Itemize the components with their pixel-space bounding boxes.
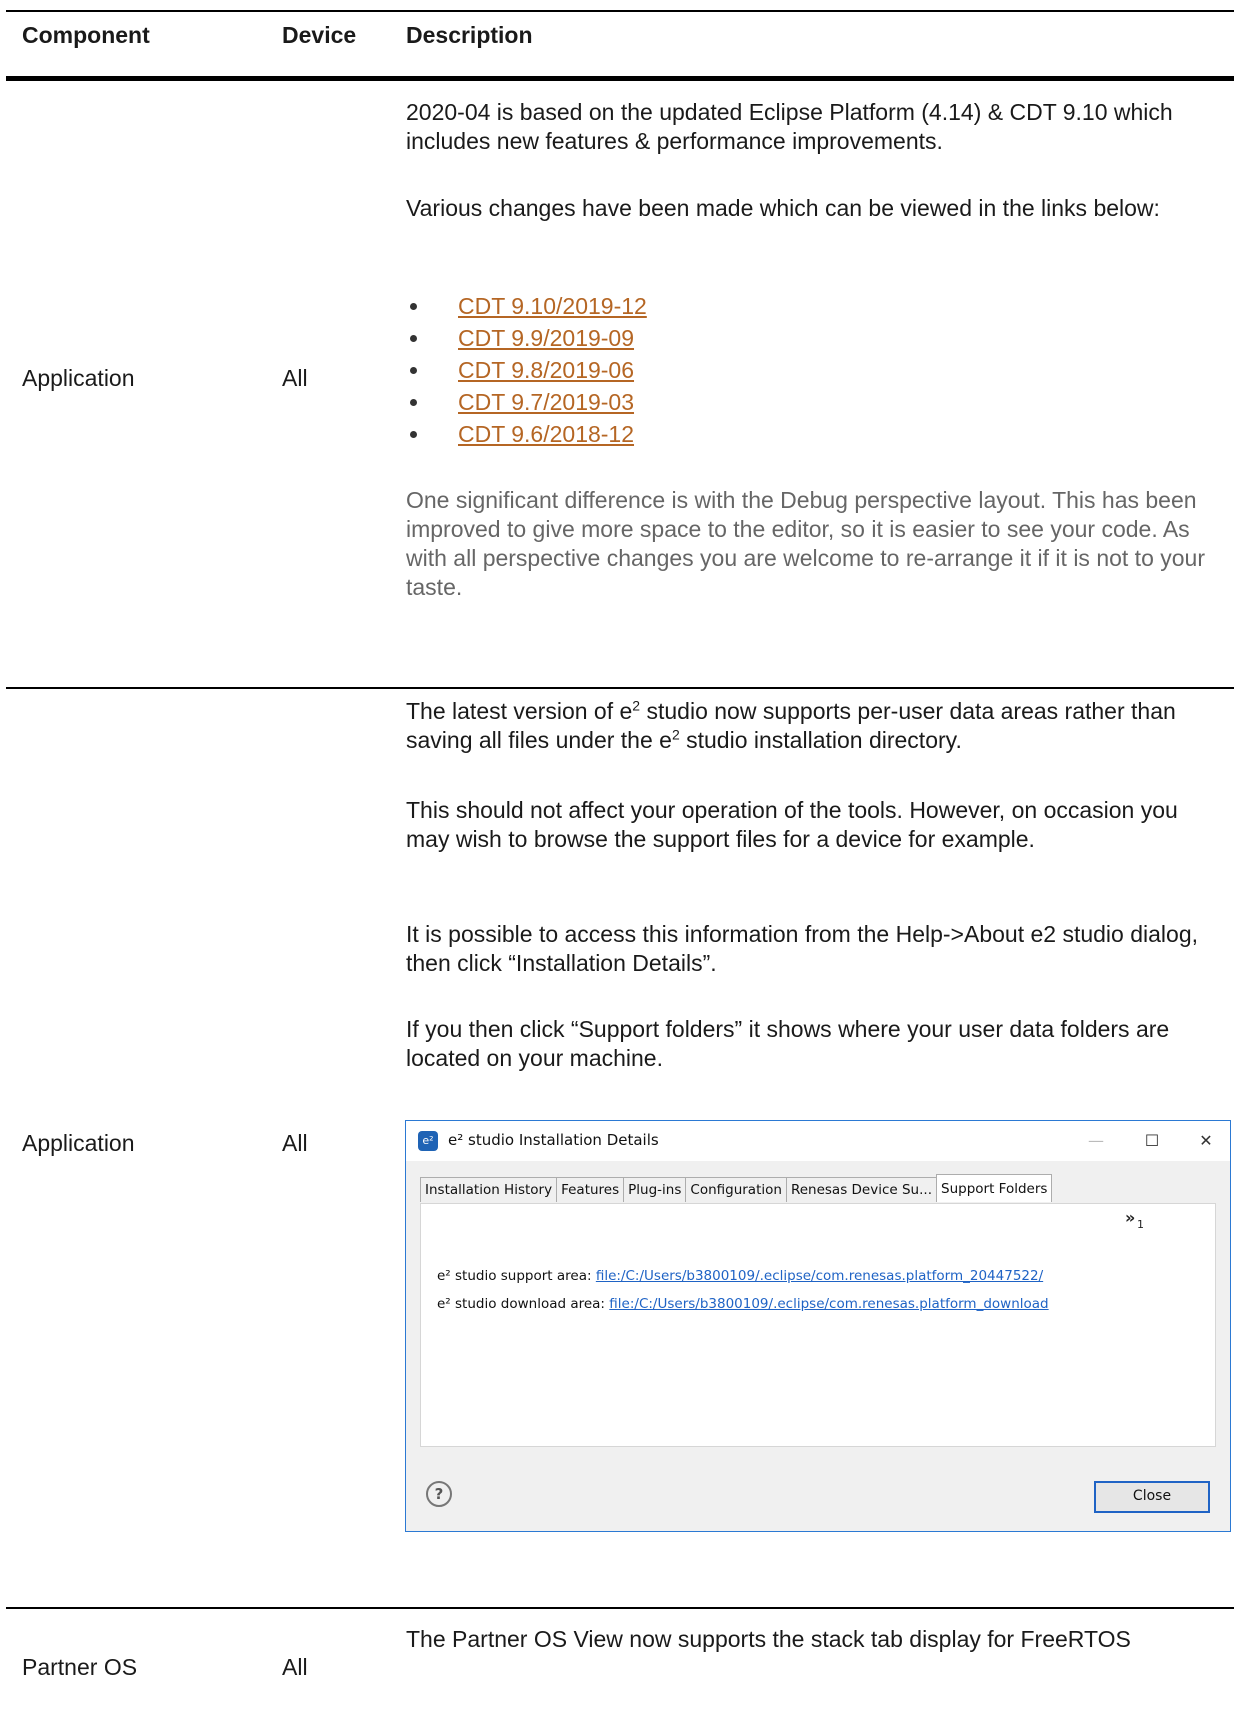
bullet-icon [410, 303, 417, 310]
download-area-row: e² studio download area: file:/C:/Users/… [437, 1296, 1049, 1312]
help-icon[interactable]: ? [426, 1481, 452, 1507]
close-window-icon[interactable]: ✕ [1192, 1127, 1220, 1155]
superscript-2: 2 [671, 726, 680, 743]
link-cdt-9-9[interactable]: CDT 9.9/2019-09 [458, 325, 634, 351]
dialog-title-bar: e² e² studio Installation Details — ☐ ✕ [406, 1121, 1230, 1161]
download-area-link[interactable]: file:/C:/Users/b3800109/.eclipse/com.ren… [609, 1296, 1048, 1312]
support-area-row: e² studio support area: file:/C:/Users/b… [437, 1268, 1043, 1284]
list-item: CDT 9.6/2018-12 [406, 418, 647, 450]
support-area-link[interactable]: file:/C:/Users/b3800109/.eclipse/com.ren… [596, 1268, 1043, 1284]
row-divider-1 [6, 687, 1234, 689]
support-folders-panel: » 1 e² studio support area: file:/C:/Use… [420, 1203, 1216, 1447]
header-bottom-rule [6, 76, 1234, 81]
header-device: Device [282, 22, 357, 48]
dialog-tabs: Installation History Features Plug-ins C… [420, 1174, 1053, 1203]
row2-paragraph-1: The latest version of e2 studio now supp… [406, 697, 1226, 755]
superscript-2: 2 [632, 697, 641, 714]
row1-device: All [282, 365, 308, 391]
row2-p1-text-a: The latest version of e [406, 698, 633, 724]
row2-device: All [282, 1130, 308, 1156]
tab-renesas-device-support[interactable]: Renesas Device Su... [785, 1177, 937, 1202]
row2-paragraph-2: This should not affect your operation of… [406, 797, 1178, 852]
row3-device: All [282, 1654, 308, 1680]
link-cdt-9-10[interactable]: CDT 9.10/2019-12 [458, 293, 647, 319]
header-component: Component [22, 22, 150, 48]
row3-description: The Partner OS View now supports the sta… [406, 1626, 1131, 1652]
link-cdt-9-6[interactable]: CDT 9.6/2018-12 [458, 421, 634, 447]
link-cdt-9-8[interactable]: CDT 9.8/2019-06 [458, 357, 634, 383]
list-item: CDT 9.10/2019-12 [406, 290, 647, 322]
row1-note: One significant difference is with the D… [406, 487, 1205, 600]
tab-overflow-count: 1 [1137, 1218, 1144, 1231]
close-button[interactable]: Close [1094, 1481, 1210, 1513]
table-top-rule [6, 10, 1234, 12]
download-area-label: e² studio download area: [437, 1296, 605, 1312]
installation-details-dialog: e² e² studio Installation Details — ☐ ✕ … [405, 1120, 1231, 1532]
tab-support-folders[interactable]: Support Folders [936, 1174, 1053, 1202]
list-item: CDT 9.8/2019-06 [406, 354, 647, 386]
tab-configuration[interactable]: Configuration [685, 1177, 787, 1202]
row2-p1-text-c: studio installation directory. [679, 727, 962, 753]
row2-paragraph-3: It is possible to access this informatio… [406, 921, 1198, 976]
bullet-icon [410, 367, 417, 374]
tab-features[interactable]: Features [556, 1177, 625, 1202]
header-description: Description [406, 22, 533, 48]
bullet-icon [410, 335, 417, 342]
dialog-title: e² studio Installation Details [448, 1131, 659, 1149]
e2-studio-logo-icon: e² [418, 1131, 438, 1151]
maximize-icon[interactable]: ☐ [1138, 1127, 1166, 1155]
list-item: CDT 9.9/2019-09 [406, 322, 647, 354]
row2-paragraph-4: If you then click “Support folders” it s… [406, 1016, 1170, 1071]
tab-plug-ins[interactable]: Plug-ins [623, 1177, 687, 1202]
bullet-icon [410, 399, 417, 406]
row1-paragraph-2: Various changes have been made which can… [406, 195, 1160, 221]
row1-paragraph-1: 2020-04 is based on the updated Eclipse … [406, 99, 1173, 154]
cdt-links-list: CDT 9.10/2019-12 CDT 9.9/2019-09 CDT 9.8… [406, 290, 647, 450]
support-area-label: e² studio support area: [437, 1268, 592, 1284]
tab-installation-history[interactable]: Installation History [420, 1177, 558, 1202]
minimize-icon[interactable]: — [1082, 1127, 1110, 1155]
tab-overflow-chevron-icon[interactable]: » [1125, 1208, 1135, 1227]
list-item: CDT 9.7/2019-03 [406, 386, 647, 418]
row2-component: Application [22, 1130, 135, 1156]
row1-component: Application [22, 365, 135, 391]
row3-component: Partner OS [22, 1654, 138, 1680]
link-cdt-9-7[interactable]: CDT 9.7/2019-03 [458, 389, 634, 415]
bullet-icon [410, 431, 417, 438]
row-divider-2 [6, 1607, 1234, 1609]
